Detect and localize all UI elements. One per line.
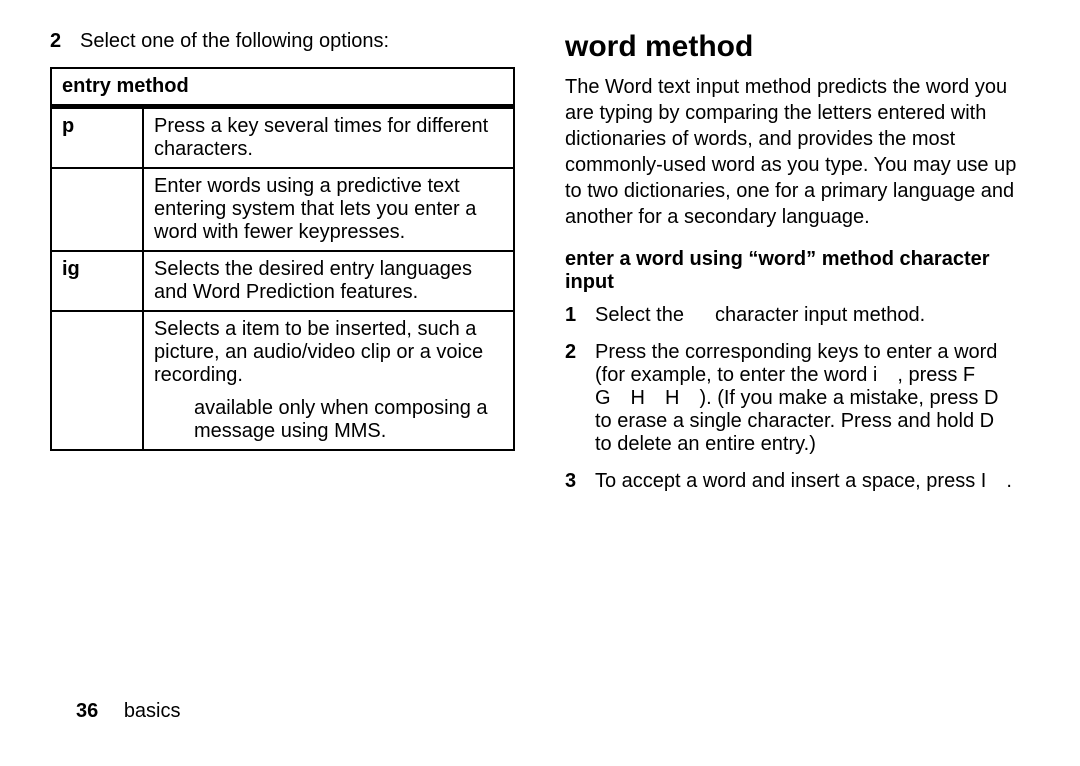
- entry-method-header: entry method: [51, 68, 514, 107]
- row-0-key: p: [51, 107, 143, 169]
- right-step-3-text: To accept a word and insert a space, pre…: [595, 470, 1030, 493]
- step-2-text: Select one of the following options:: [80, 30, 515, 53]
- step-2-number: 2: [50, 30, 80, 53]
- row-2-key: ig: [51, 251, 143, 311]
- word-method-heading: word method: [565, 30, 1030, 64]
- row-1-desc: Enter words using a predictive text ente…: [143, 168, 514, 251]
- right-step-2-num: 2: [565, 341, 595, 364]
- row-3-note: available only when composing a message …: [154, 397, 503, 443]
- row-3-key: [51, 311, 143, 450]
- right-step-1-text: Select the character input method.: [595, 304, 1030, 327]
- right-step-2: 2 Press the corresponding keys to enter …: [565, 341, 1030, 456]
- row-3-desc: Selects a item to be inserted, such a pi…: [143, 311, 514, 450]
- right-step-2-text: Press the corresponding keys to enter a …: [595, 341, 1030, 456]
- row-0-desc: Press a key several times for different …: [143, 107, 514, 169]
- row-3-main: Selects a item to be inserted, such a pi…: [154, 318, 483, 386]
- page-number: 36: [76, 700, 98, 722]
- right-step-1-num: 1: [565, 304, 595, 327]
- right-step-1: 1 Select the character input method.: [565, 304, 1030, 327]
- enter-word-subhead: enter a word using “word” method charact…: [565, 248, 1030, 294]
- table-row: p Press a key several times for differen…: [51, 107, 514, 169]
- footer-section: basics: [124, 700, 181, 722]
- word-method-intro: The Word text input method predicts the …: [565, 74, 1030, 230]
- step-2: 2 Select one of the following options:: [50, 30, 515, 53]
- row-2-desc: Selects the desired entry languages and …: [143, 251, 514, 311]
- right-step-3: 3 To accept a word and insert a space, p…: [565, 470, 1030, 493]
- entry-method-table: entry method p Press a key several times…: [50, 67, 515, 451]
- table-row: Selects a item to be inserted, such a pi…: [51, 311, 514, 450]
- table-row: ig Selects the desired entry languages a…: [51, 251, 514, 311]
- row-1-key: [51, 168, 143, 251]
- right-step-3-num: 3: [565, 470, 595, 493]
- table-row: Enter words using a predictive text ente…: [51, 168, 514, 251]
- page-footer: 36 basics: [0, 700, 1080, 723]
